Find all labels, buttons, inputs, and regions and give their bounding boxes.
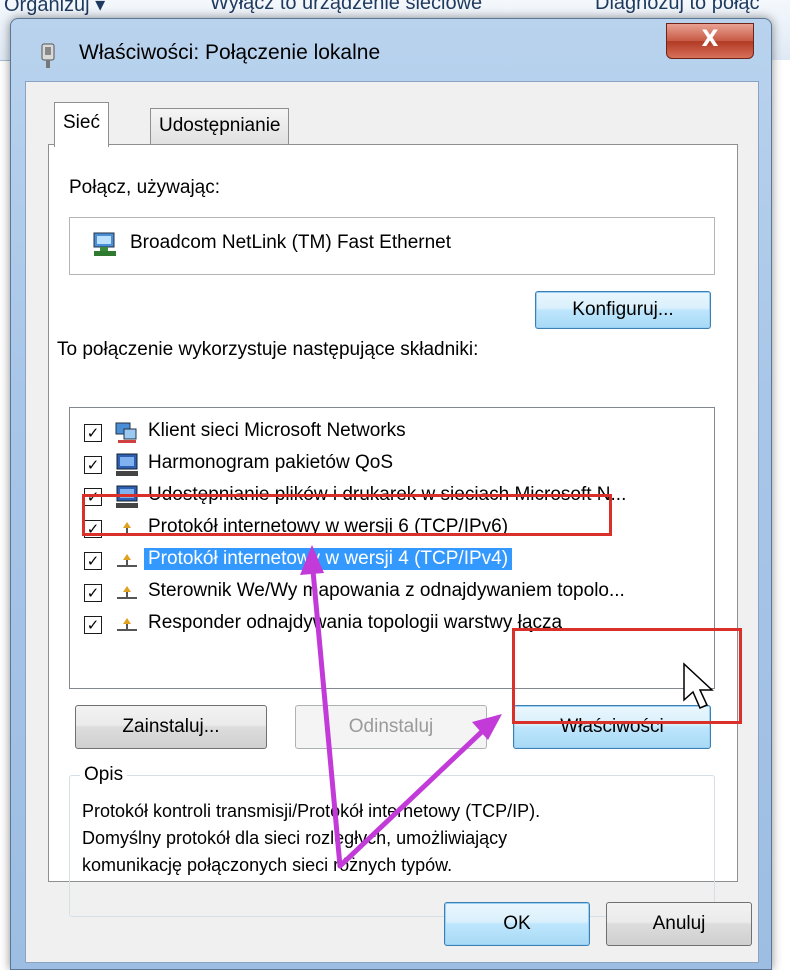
annotation-arrows	[300, 545, 714, 869]
arrowhead-ipv4	[300, 545, 324, 575]
mouse-cursor-icon	[683, 662, 714, 709]
tab-network[interactable]: Sieć	[54, 102, 109, 147]
arrow-to-ipv4	[309, 557, 343, 869]
arrow-to-properties	[337, 721, 493, 869]
